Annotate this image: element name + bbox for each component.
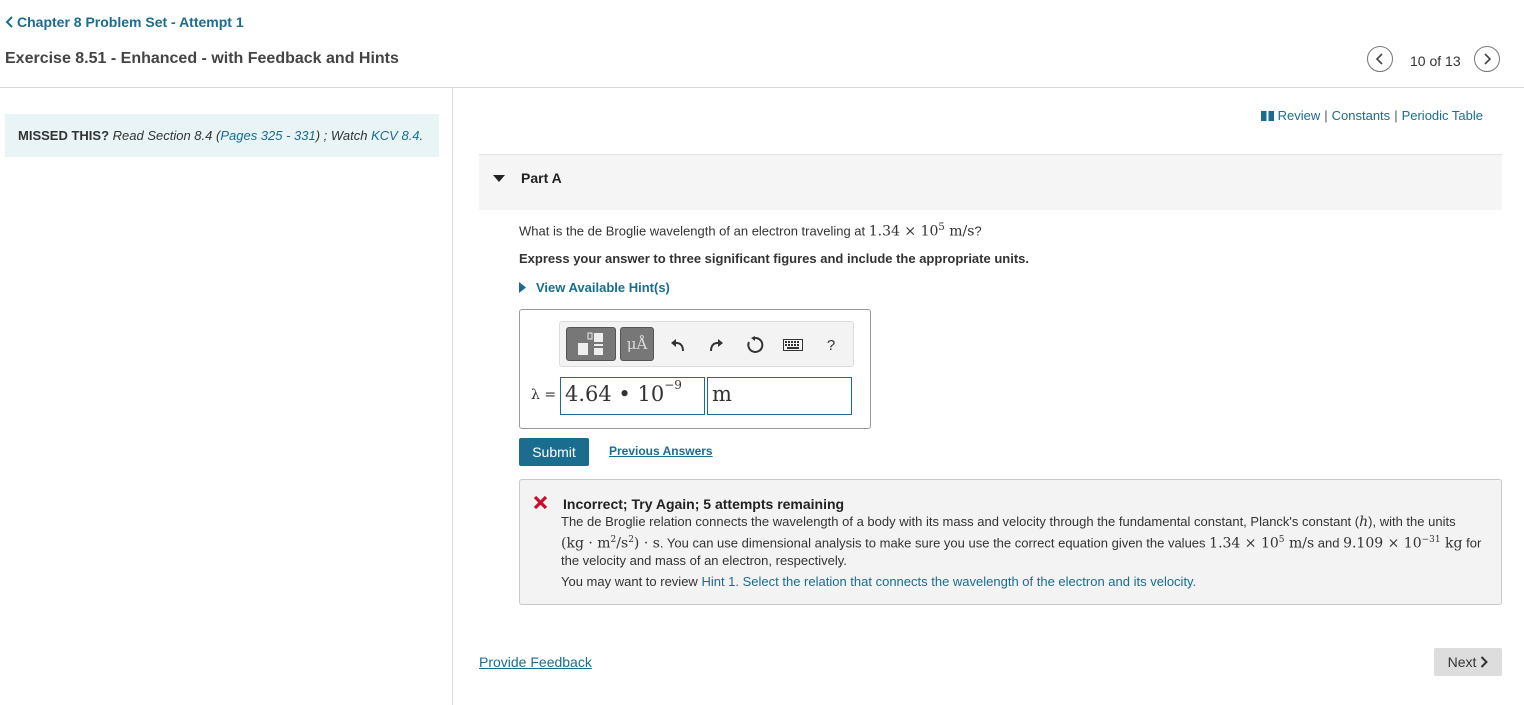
- feedback-and: and: [1314, 535, 1344, 551]
- pages-link[interactable]: Pages 325 - 331: [220, 128, 315, 143]
- exercise-title: Exercise 8.51 - Enhanced - with Feedback…: [5, 50, 399, 67]
- mass-unit: kg: [1440, 535, 1463, 552]
- value-input[interactable]: 4.64 • 10−9: [560, 377, 705, 415]
- submit-button[interactable]: Submit: [519, 438, 589, 466]
- units-button[interactable]: μÅ: [620, 327, 654, 361]
- templates-button[interactable]: [566, 327, 616, 361]
- caret-down-icon[interactable]: [493, 175, 505, 183]
- feedback-title: Incorrect; Try Again; 5 attempts remaini…: [563, 496, 845, 512]
- back-to-assignment-link[interactable]: Chapter 8 Problem Set - Attempt 1: [5, 14, 244, 30]
- planck-symbol: h: [1359, 514, 1369, 530]
- part-label: Part A: [521, 170, 562, 186]
- part-header[interactable]: [479, 154, 1502, 210]
- provide-feedback-link[interactable]: Provide Feedback: [479, 654, 592, 670]
- value-exponent: −9: [664, 378, 682, 392]
- chevron-left-icon: [5, 16, 13, 28]
- question-math: 1.34 × 10: [868, 223, 939, 240]
- question-suffix: ?: [974, 223, 982, 239]
- hint-1-link[interactable]: Hint 1. Select the relation that connect…: [701, 574, 1196, 589]
- keyboard-icon[interactable]: [781, 333, 805, 357]
- feedback-line2: . You can use dimensional analysis to ma…: [659, 535, 1210, 551]
- answer-instruction: Express your answer to three significant…: [519, 251, 1029, 266]
- mass-math: 9.109 × 10: [1343, 535, 1422, 552]
- velocity-math: 1.34 × 10: [1209, 535, 1279, 552]
- header-divider: [0, 87, 1524, 88]
- question-prefix: What is the de Broglie wavelength of an …: [519, 223, 869, 239]
- caret-right-icon: [519, 282, 526, 293]
- chevron-right-icon: [1484, 53, 1492, 65]
- resource-links: Review | Constants | Periodic Table: [1260, 108, 1483, 123]
- next-label: Next: [1447, 654, 1477, 670]
- velocity-unit: m/s: [1284, 535, 1315, 552]
- kcv-link[interactable]: KCV 8.4: [371, 128, 419, 143]
- incorrect-x-icon: [533, 495, 548, 510]
- missed-middle-text: ) ; Watch: [315, 128, 372, 143]
- feedback-line1-end: ), with the units: [1368, 514, 1456, 529]
- feedback-line1: The de Broglie relation connects the wav…: [561, 514, 1360, 529]
- feedback-review: You may want to review Hint 1. Select th…: [561, 574, 1196, 589]
- missed-end-text: .: [419, 128, 424, 143]
- view-hints-label: View Available Hint(s): [536, 280, 670, 295]
- redo-icon[interactable]: [704, 333, 728, 357]
- question-unit: m/s: [944, 223, 975, 240]
- review-prefix: You may want to review: [561, 574, 702, 589]
- view-hints-toggle[interactable]: View Available Hint(s): [519, 280, 670, 295]
- periodic-table-link[interactable]: Periodic Table: [1402, 108, 1483, 123]
- missed-prefix: MISSED THIS?: [18, 128, 110, 143]
- units-math: (kg · m: [561, 535, 611, 552]
- previous-answers-link[interactable]: Previous Answers: [609, 444, 713, 458]
- book-icon: [1260, 110, 1274, 121]
- previous-item-button[interactable]: [1367, 46, 1393, 72]
- value-mantissa: 4.64 • 10: [565, 382, 665, 406]
- chevron-right-icon: [1481, 656, 1489, 668]
- reset-icon[interactable]: [743, 333, 767, 357]
- next-button[interactable]: Next: [1434, 648, 1502, 676]
- missed-this-banner: MISSED THIS? Read Section 8.4 (Pages 325…: [5, 114, 439, 157]
- next-item-button[interactable]: [1474, 46, 1500, 72]
- templates-icon: [578, 332, 603, 355]
- feedback-body: The de Broglie relation connects the wav…: [561, 514, 1482, 569]
- panel-divider: [452, 88, 453, 705]
- missed-read-text: Read Section 8.4 (: [112, 128, 221, 143]
- units-math-3: ) · s: [633, 535, 660, 552]
- chevron-left-icon: [1375, 53, 1383, 65]
- variable-label: λ =: [531, 387, 557, 403]
- pager-position: 10 of 13: [1410, 53, 1461, 69]
- question-text: What is the de Broglie wavelength of an …: [519, 222, 982, 239]
- help-button[interactable]: ?: [819, 333, 843, 357]
- mass-exponent: −31: [1421, 535, 1441, 545]
- review-link[interactable]: Review: [1278, 108, 1321, 123]
- separator: |: [1324, 108, 1328, 123]
- separator: |: [1394, 108, 1398, 123]
- unit-input[interactable]: m: [707, 377, 852, 415]
- constants-link[interactable]: Constants: [1332, 108, 1391, 123]
- back-link-label: Chapter 8 Problem Set - Attempt 1: [17, 14, 244, 30]
- undo-icon[interactable]: [666, 333, 690, 357]
- units-math-2: /s: [616, 535, 629, 552]
